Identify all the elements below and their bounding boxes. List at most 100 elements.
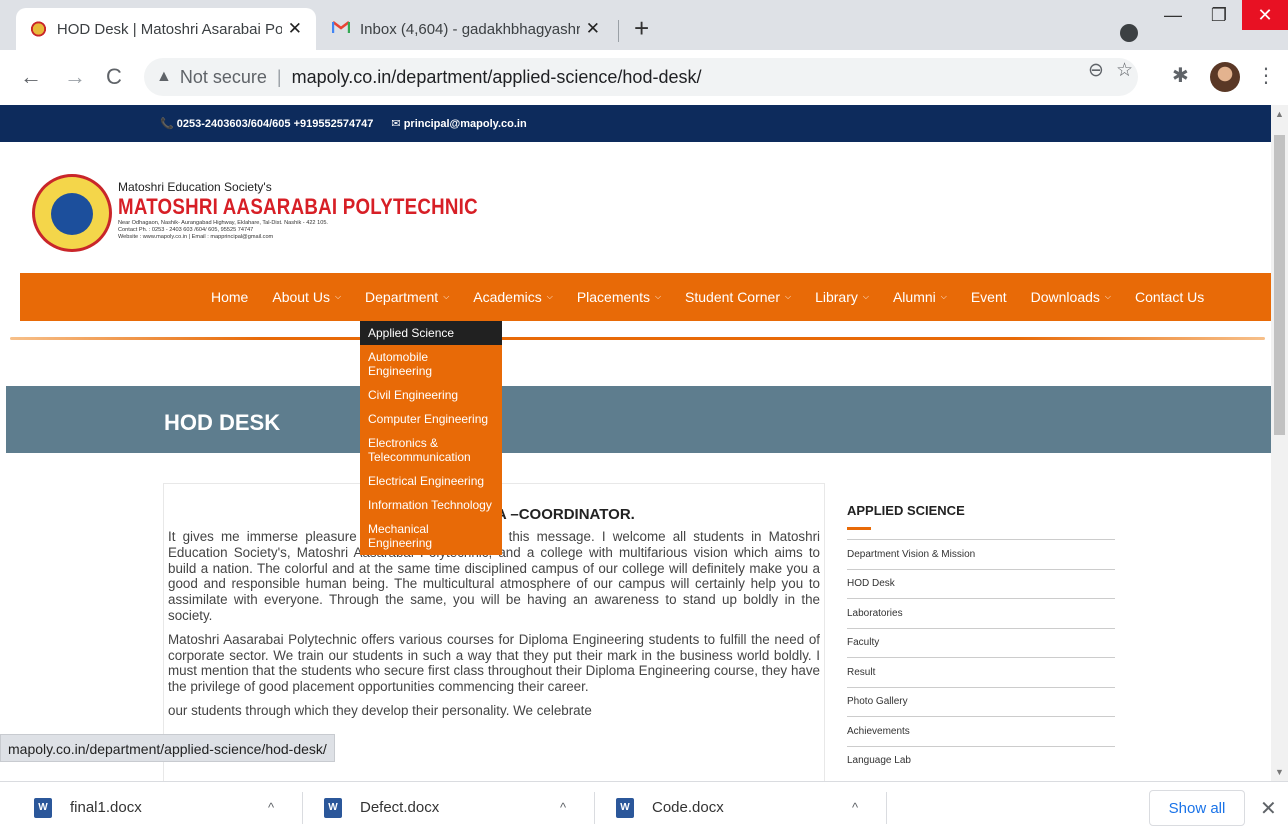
sidebar-item-achievements[interactable]: Achievements [847,716,1115,746]
gmail-icon [331,20,351,38]
menu-item-information-technology[interactable]: Information Technology [360,493,502,517]
nav-label: Placements [576,289,650,305]
menu-item-automobile-engineering[interactable]: Automobile Engineering [360,345,502,383]
web-page: 📞 0253-2403603/604/605 +919552574747 ✉ p… [0,105,1271,781]
warning-icon[interactable]: ▲ [156,68,172,86]
tab-title: Inbox (4,604) - gadakhbhagyashr [360,20,580,38]
word-doc-icon: W [324,797,342,818]
sidebar-item-hod-desk[interactable]: HOD Desk [847,568,1115,599]
nav-contact-us[interactable]: Contact Us [1135,289,1204,305]
chevron-up-icon[interactable]: ^ [560,782,566,832]
sidebar-item-photo-gallery[interactable]: Photo Gallery [847,686,1115,717]
college-name: MATOSHRI AASARABAI POLYTECHNIC [118,194,478,219]
scrollbar-thumb[interactable] [1274,135,1285,435]
menu-item-civil-engineering[interactable]: Civil Engineering [360,383,502,407]
tab-separator [618,20,619,42]
email-contact[interactable]: ✉ principal@mapoly.co.in [391,117,526,130]
chevron-up-icon[interactable]: ^ [268,782,274,832]
page-scrollbar[interactable]: ▲ ▼ [1271,105,1288,781]
extensions-puzzle-icon[interactable]: ✱ [1172,63,1189,88]
forward-icon[interactable]: → [64,64,86,90]
sidebar-item-faculty[interactable]: Faculty [847,627,1115,658]
back-icon[interactable]: ← [20,64,42,90]
menu-item-electrical-engineering[interactable]: Electrical Engineering [360,469,502,493]
chevron-down-icon: ⌵ [785,292,792,301]
tab-search-icon[interactable] [1120,24,1138,42]
word-doc-icon: W [616,797,634,818]
download-item[interactable]: W Defect.docx [324,782,439,832]
close-shelf-icon[interactable]: ✕ [1260,796,1277,821]
maximize-button[interactable]: ❐ [1196,0,1242,30]
chevron-down-icon: ⌵ [654,292,662,301]
bookmark-star-icon[interactable]: ☆ [1116,59,1133,82]
tab-inbox[interactable]: Inbox (4,604) - gadakhbhagyashr ✕ [318,8,614,50]
download-item[interactable]: W final1.docx [34,782,142,832]
url-text[interactable]: mapoly.co.in/department/applied-science/… [292,67,702,88]
download-filename: Defect.docx [360,799,440,816]
profile-avatar[interactable] [1210,62,1240,92]
security-label: Not secure [179,66,267,87]
zoom-icon[interactable]: ⊖ [1088,59,1104,82]
nav-department[interactable]: Department ⌵ [365,289,449,305]
download-shelf: W final1.docx ^ W Defect.docx ^ W Code.d… [0,781,1288,832]
nav-label: Event [970,289,1007,305]
chevron-down-icon: ⌵ [862,292,869,301]
college-favicon-icon [30,20,47,38]
browser-menu-icon[interactable]: ⋮ [1256,63,1276,88]
browser-toolbar: ← → C ▲ Not secure | mapoly.co.in/depart… [0,50,1288,105]
main-navigation: Home About Us ⌵ Department ⌵ Academics ⌵ Pl… [20,273,1271,321]
reload-icon[interactable]: C [106,64,122,90]
page-title: HOD DESK [164,410,281,435]
menu-item-applied-science[interactable]: Applied Science [360,321,502,345]
message-paragraph: Matoshri Aasarabai Polytechnic offers va… [168,631,820,695]
contact-line: Contact Ph. : 0253 - 2403 603 /604/ 605,… [118,227,254,233]
nav-label: Alumni [892,289,936,305]
shelf-separator [886,792,887,824]
scroll-down-icon[interactable]: ▼ [1275,767,1284,777]
word-doc-icon: W [34,797,52,818]
menu-item-computer-engineering[interactable]: Computer Engineering [360,407,502,431]
nav-academics[interactable]: Academics ⌵ [473,289,553,305]
heading-accent [847,527,871,530]
tab-close-icon[interactable]: ✕ [288,19,302,39]
shelf-separator [594,792,595,824]
show-all-button[interactable]: Show all [1149,790,1245,826]
nav-event[interactable]: Event [971,289,1007,305]
sidebar-item-vision-mission[interactable]: Department Vision & Mission [847,539,1115,569]
status-bubble-url: mapoly.co.in/department/applied-science/… [0,734,335,762]
address-bar[interactable]: ▲ Not secure | mapoly.co.in/department/a… [144,58,1138,96]
address-separator: | [276,66,282,87]
sidebar-item-result[interactable]: Result [847,657,1115,687]
download-filename: final1.docx [70,799,142,816]
menu-item-mechanical-engineering[interactable]: Mechanical Engineering [360,517,502,555]
nav-alumni[interactable]: Alumni ⌵ [893,289,947,305]
download-filename: Code.docx [652,799,724,816]
contact-topbar: 📞 0253-2403603/604/605 +919552574747 ✉ p… [0,105,1271,142]
sidebar-item-laboratories[interactable]: Laboratories [847,598,1115,628]
nav-home[interactable]: Home [211,289,248,305]
nav-placements[interactable]: Placements ⌵ [577,289,661,305]
download-item[interactable]: W Code.docx [616,782,724,832]
nav-label: Contact Us [1134,289,1205,305]
menu-item-electronics-telecommunication[interactable]: Electronics & Telecommunication [360,431,502,469]
sidebar-item-language-lab[interactable]: Language Lab [847,745,1115,776]
phone-contact[interactable]: 📞 0253-2403603/604/605 +919552574747 [160,117,373,130]
chevron-down-icon: ⌵ [334,292,342,301]
nav-downloads[interactable]: Downloads ⌵ [1031,289,1111,305]
chevron-up-icon[interactable]: ^ [852,782,858,832]
window-close-button[interactable]: ✕ [1242,0,1288,30]
nav-library[interactable]: Library ⌵ [815,289,869,305]
nav-about-us[interactable]: About Us ⌵ [272,289,341,305]
nav-label: About Us [272,289,330,305]
new-tab-button[interactable]: + [634,14,649,42]
minimize-button[interactable]: — [1150,0,1196,30]
page-title-band: HOD DESK [6,386,1271,453]
society-name: Matoshri Education Society's [118,180,272,194]
tab-close-icon[interactable]: ✕ [586,19,600,39]
nav-student-corner[interactable]: Student Corner ⌵ [685,289,791,305]
chevron-down-icon: ⌵ [546,292,553,301]
tab-hod-desk[interactable]: HOD Desk | Matoshri Asarabai Po ✕ [16,8,316,50]
website-line: Website : www.mapoly.co.in | Email : map… [118,234,274,240]
college-emblem-icon [32,174,112,252]
scroll-up-icon[interactable]: ▲ [1275,109,1284,119]
